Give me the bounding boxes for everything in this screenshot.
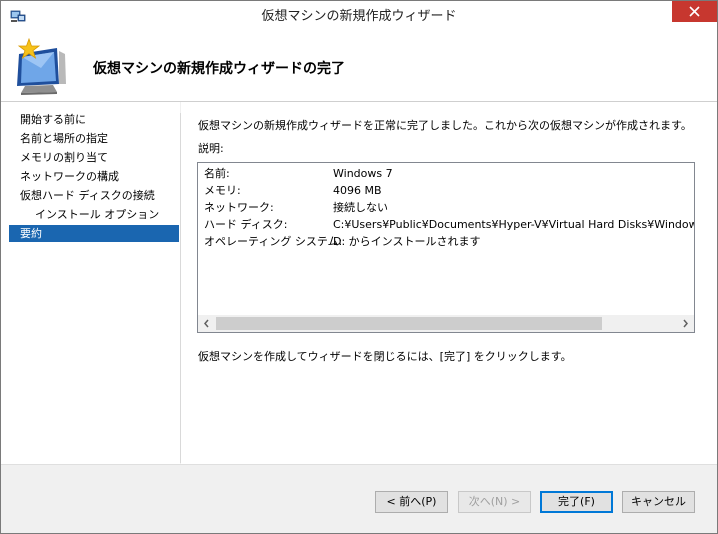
summary-key: ネットワーク: xyxy=(204,201,274,214)
window-title: 仮想マシンの新規作成ウィザード xyxy=(261,9,457,24)
finish-instruction: 仮想マシンを作成してウィザードを閉じるには、[完了] をクリックします。 xyxy=(198,350,572,363)
nav-item-before-you-begin[interactable]: 開始する前に xyxy=(9,111,179,128)
cancel-button[interactable]: キャンセル xyxy=(622,491,695,513)
summary-value: 接続しない xyxy=(333,201,388,214)
nav-item-install-options[interactable]: インストール オプション xyxy=(9,206,179,223)
wizard-header: 仮想マシンの新規作成ウィザードの完了 xyxy=(1,32,717,102)
chevron-right-icon xyxy=(683,319,688,328)
close-button[interactable] xyxy=(672,1,717,22)
nav-item-network[interactable]: ネットワークの構成 xyxy=(9,168,179,185)
nav-item-virtual-disk[interactable]: 仮想ハード ディスクの接続 xyxy=(9,187,179,204)
summary-key: オペレーティング システム: xyxy=(204,235,343,248)
scroll-left-button[interactable] xyxy=(198,315,215,332)
summary-textbox[interactable]: 名前: Windows 7 メモリ: 4096 MB ネットワーク: 接続しない… xyxy=(197,162,695,333)
completion-message: 仮想マシンの新規作成ウィザードを正常に完了しました。これから次の仮想マシンが作成… xyxy=(198,119,692,132)
nav-item-summary[interactable]: 要約 xyxy=(9,225,179,242)
summary-value: C:¥Users¥Public¥Documents¥Hyper-V¥Virtua… xyxy=(333,218,695,231)
description-label: 説明: xyxy=(198,142,224,155)
page-title: 仮想マシンの新規作成ウィザードの完了 xyxy=(93,61,345,77)
back-button[interactable]: < 前へ(P) xyxy=(375,491,448,513)
summary-key: メモリ: xyxy=(204,184,241,197)
new-vm-monitor-icon xyxy=(13,37,71,96)
chevron-left-icon xyxy=(204,319,209,328)
wizard-nav: 開始する前に 名前と場所の指定 メモリの割り当て ネットワークの構成 仮想ハード… xyxy=(1,102,180,464)
horizontal-scrollbar[interactable] xyxy=(198,315,694,332)
wizard-window: 仮想マシンの新規作成ウィザード 仮想マシンの新規作成ウィザードの完了 開始する前… xyxy=(0,0,718,534)
next-button[interactable]: 次へ(N) > xyxy=(458,491,531,513)
nav-item-name-location[interactable]: 名前と場所の指定 xyxy=(9,130,179,147)
title-bar: 仮想マシンの新規作成ウィザード xyxy=(1,1,717,32)
summary-value: D: からインストールされます xyxy=(333,235,481,248)
nav-item-memory[interactable]: メモリの割り当て xyxy=(9,149,179,166)
finish-button[interactable]: 完了(F) xyxy=(540,491,613,513)
button-bar: < 前へ(P) 次へ(N) > 完了(F) キャンセル xyxy=(1,464,717,533)
summary-key: ハード ディスク: xyxy=(204,218,288,231)
scroll-right-button[interactable] xyxy=(677,315,694,332)
summary-value: Windows 7 xyxy=(333,167,393,180)
summary-value: 4096 MB xyxy=(333,184,382,197)
summary-key: 名前: xyxy=(204,167,230,180)
wizard-content: 仮想マシンの新規作成ウィザードを正常に完了しました。これから次の仮想マシンが作成… xyxy=(181,102,717,464)
scrollbar-thumb[interactable] xyxy=(216,317,602,330)
close-icon xyxy=(689,6,700,17)
